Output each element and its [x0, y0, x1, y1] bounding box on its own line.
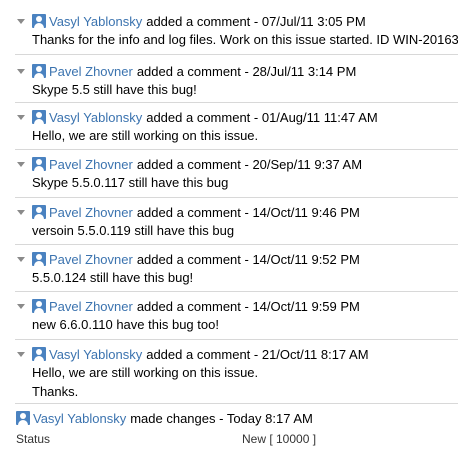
collapse-arrow-icon[interactable] — [17, 68, 25, 74]
comment-meta: added a comment - 20/Sep/11 9:37 AM — [136, 156, 363, 172]
comment-text: Hello, we are still working on this issu… — [32, 128, 259, 143]
comment-header: Vasyl Yablonsky added a comment - 07/Jul… — [17, 12, 366, 30]
collapse-arrow-icon[interactable] — [17, 303, 25, 309]
comment-text: 5.5.0.124 still have this bug! — [32, 270, 194, 285]
comment-divider — [15, 149, 458, 150]
comment-text: versoin 5.5.0.119 still have this bug — [32, 223, 235, 238]
user-avatar-icon — [32, 347, 46, 361]
comment-body: Hello, we are still working on this issu… — [32, 126, 258, 145]
comment-text: Thanks for the info and log files. Work … — [32, 32, 458, 47]
user-avatar-icon — [32, 14, 46, 28]
comment-text: Thanks. — [32, 384, 79, 399]
user-avatar-icon — [16, 411, 30, 425]
comment-divider — [15, 197, 458, 198]
comment-meta: added a comment - 01/Aug/11 11:47 AM — [146, 109, 378, 125]
comment-meta: added a comment - 14/Oct/11 9:46 PM — [136, 204, 360, 220]
user-avatar-icon — [32, 157, 46, 171]
comment-header: Pavel Zhovner added a comment - 28/Jul/1… — [17, 62, 356, 80]
comment-author-link[interactable]: Vasyl Yablonsky — [49, 14, 142, 29]
user-avatar-icon — [32, 205, 46, 219]
change-field-row: Status New [ 10000 ] — [16, 430, 456, 448]
user-avatar-icon — [32, 64, 46, 78]
collapse-arrow-icon[interactable] — [17, 256, 25, 262]
field-label: Status — [16, 432, 51, 446]
comment-body: versoin 5.5.0.119 still have this bug — [32, 221, 234, 240]
comment-author-link[interactable]: Vasyl Yablonsky — [49, 110, 142, 125]
comment-divider — [15, 102, 458, 103]
comment-author-link[interactable]: Pavel Zhovner — [49, 64, 133, 79]
comment-text: Skype 5.5.0.117 still have this bug — [32, 175, 229, 190]
user-avatar-icon — [32, 110, 46, 124]
comment-header: Pavel Zhovner added a comment - 14/Oct/1… — [17, 203, 360, 221]
user-avatar-icon — [32, 252, 46, 266]
comment-body: Skype 5.5 still have this bug! — [32, 80, 197, 99]
comment-meta: added a comment - 21/Oct/11 8:17 AM — [146, 346, 369, 362]
collapse-arrow-icon[interactable] — [17, 18, 25, 24]
user-avatar-icon — [32, 299, 46, 313]
change-author-link[interactable]: Vasyl Yablonsky — [33, 411, 126, 426]
comment-text: new 6.6.0.110 have this bug too! — [32, 317, 219, 332]
comment-body: Hello, we are still working on this issu… — [32, 363, 258, 401]
comment-divider — [15, 54, 458, 55]
field-value: New [ 10000 ] — [242, 432, 317, 446]
comment-header: Vasyl Yablonsky added a comment - 21/Oct… — [17, 345, 369, 363]
comment-divider — [15, 244, 458, 245]
comment-body: Skype 5.5.0.117 still have this bug — [32, 173, 228, 192]
comment-body: Thanks for the info and log files. Work … — [32, 30, 458, 49]
comment-meta: added a comment - 14/Oct/11 9:59 PM — [136, 298, 360, 314]
collapse-arrow-icon[interactable] — [17, 209, 25, 215]
comment-author-link[interactable]: Pavel Zhovner — [49, 205, 133, 220]
comment-author-link[interactable]: Pavel Zhovner — [49, 157, 133, 172]
comment-meta: added a comment - 07/Jul/11 3:05 PM — [146, 13, 366, 29]
comment-text: Hello, we are still working on this issu… — [32, 365, 259, 380]
collapse-arrow-icon[interactable] — [17, 114, 25, 120]
collapse-arrow-icon[interactable] — [17, 351, 25, 357]
comment-text: Skype 5.5 still have this bug! — [32, 82, 197, 97]
comment-author-link[interactable]: Pavel Zhovner — [49, 299, 133, 314]
comment-divider — [15, 403, 458, 404]
comment-header: Pavel Zhovner added a comment - 20/Sep/1… — [17, 155, 362, 173]
comment-header: Pavel Zhovner added a comment - 14/Oct/1… — [17, 250, 360, 268]
comment-author-link[interactable]: Vasyl Yablonsky — [49, 347, 142, 362]
comment-divider — [15, 291, 458, 292]
comment-meta: added a comment - 28/Jul/11 3:14 PM — [136, 63, 357, 79]
change-header: Vasyl Yablonsky made changes - Today 8:1… — [16, 409, 313, 427]
comment-divider — [15, 339, 458, 340]
comment-body: 5.5.0.124 still have this bug! — [32, 268, 193, 287]
comment-author-link[interactable]: Pavel Zhovner — [49, 252, 133, 267]
comment-header: Vasyl Yablonsky added a comment - 01/Aug… — [17, 108, 378, 126]
comment-body: new 6.6.0.110 have this bug too! — [32, 315, 219, 334]
collapse-arrow-icon[interactable] — [17, 161, 25, 167]
change-meta: made changes - Today 8:17 AM — [130, 410, 313, 426]
comment-meta: added a comment - 14/Oct/11 9:52 PM — [136, 251, 360, 267]
comment-header: Pavel Zhovner added a comment - 14/Oct/1… — [17, 297, 360, 315]
